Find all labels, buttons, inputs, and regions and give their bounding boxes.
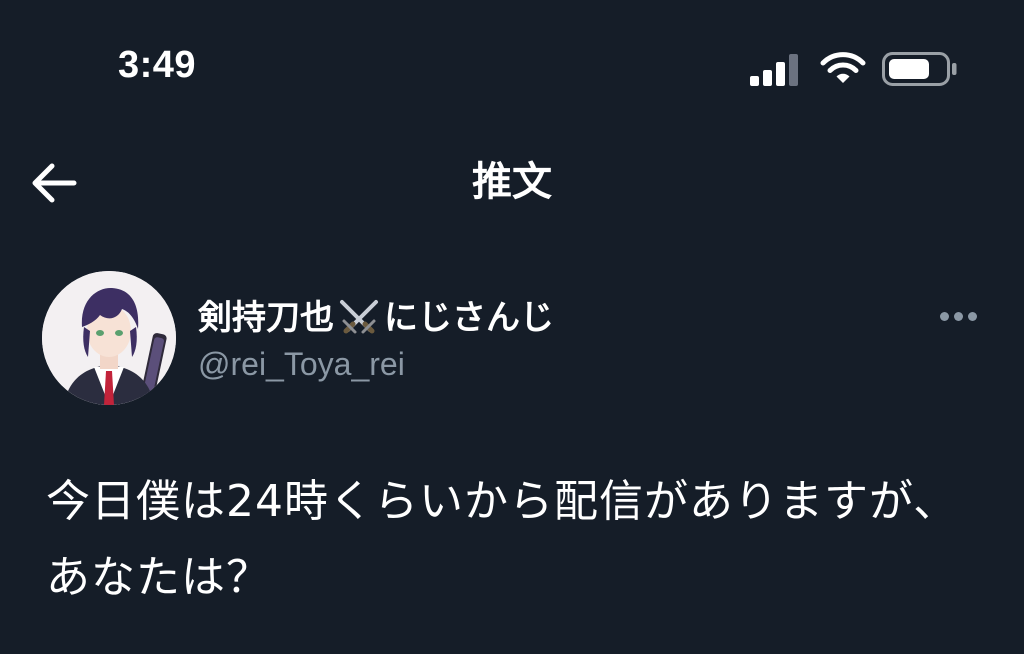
wifi-icon (820, 50, 866, 86)
tweet-header: 剣持刀也 にじさんじ @rei_Toya_rei (0, 268, 1024, 408)
avatar[interactable] (42, 271, 176, 405)
display-name[interactable]: 剣持刀也 にじさんじ (198, 296, 554, 340)
navigation-bar: 推文 (0, 140, 1024, 230)
page-title: 推文 (472, 159, 552, 205)
tweet-text: 今日僕は24時くらいから配信がありますが、あなたは？ (46, 476, 959, 603)
display-name-part2: にじさんじ (384, 298, 554, 338)
battery-icon (882, 52, 958, 86)
more-options-icon[interactable] (936, 310, 980, 324)
cellular-signal-icon (750, 52, 800, 86)
user-handle[interactable]: @rei_Toya_rei (198, 344, 405, 384)
display-name-part1: 剣持刀也 (198, 298, 334, 338)
status-bar: 3:49 (0, 0, 1024, 120)
crossed-swords-icon (336, 298, 382, 338)
status-time: 3:49 (118, 44, 197, 86)
